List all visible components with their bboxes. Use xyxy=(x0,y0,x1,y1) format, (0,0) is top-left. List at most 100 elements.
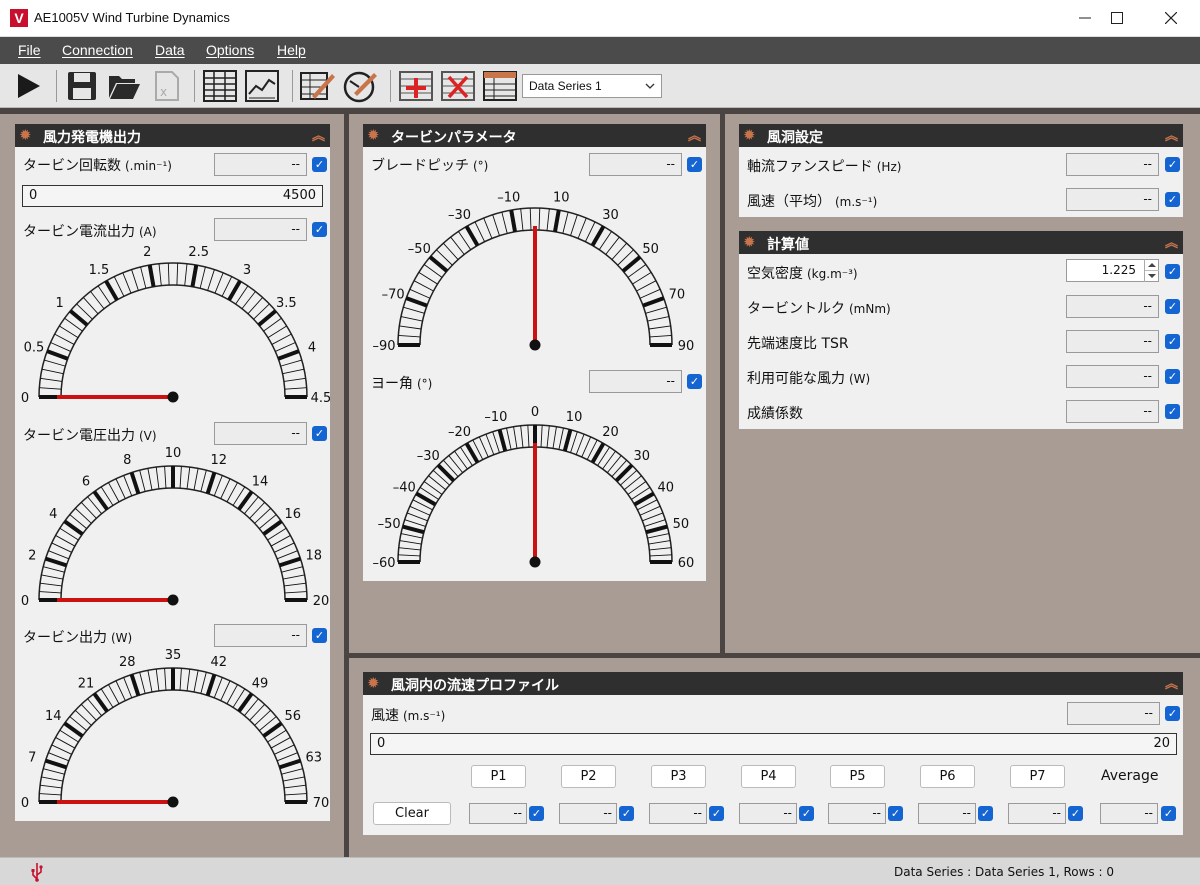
yaw-gauge-minor-tick xyxy=(581,436,592,458)
voltage-gauge-minor-tick xyxy=(179,466,182,489)
point-button-p4[interactable]: P4 xyxy=(741,765,796,788)
graph-icon xyxy=(245,70,279,102)
maximize-button[interactable] xyxy=(1094,0,1140,36)
menu-data[interactable]: Data xyxy=(155,42,185,58)
point-button-p1[interactable]: P1 xyxy=(471,765,526,788)
voltage-gauge-minor-tick xyxy=(55,535,76,547)
current-checkbox[interactable]: ✓ xyxy=(312,222,327,237)
point-checkbox-p1[interactable]: ✓ xyxy=(529,806,544,821)
yaw-gauge-minor-tick xyxy=(520,425,524,448)
power-gauge-minor-tick xyxy=(115,680,126,701)
gear-icon[interactable]: ✹ xyxy=(367,674,380,692)
point-checkbox-p6[interactable]: ✓ xyxy=(978,806,993,821)
menu-connection[interactable]: Connection xyxy=(62,42,133,58)
yaw-checkbox[interactable]: ✓ xyxy=(687,374,702,389)
collapse-icon[interactable]: ︽ xyxy=(1165,125,1178,144)
torque-checkbox[interactable]: ✓ xyxy=(1165,299,1180,314)
gauge-edit-icon xyxy=(343,71,377,103)
yaw-gauge-minor-tick xyxy=(552,426,557,449)
voltage-gauge-minor-tick xyxy=(193,468,199,491)
current-gauge-minor-tick xyxy=(131,269,139,291)
current-gauge-minor-tick xyxy=(90,291,105,310)
series-properties-button[interactable] xyxy=(482,68,518,104)
voltage-gauge-minor-tick xyxy=(276,550,298,560)
menu-options[interactable]: Options xyxy=(206,42,254,58)
point-checkbox-p3[interactable]: ✓ xyxy=(709,806,724,821)
current-gauge-tick-label: 0 xyxy=(21,391,29,406)
graph-view-button[interactable] xyxy=(244,68,280,104)
menu-file[interactable]: File xyxy=(18,42,41,58)
point-button-p7[interactable]: P7 xyxy=(1010,765,1065,788)
fan-speed-checkbox[interactable]: ✓ xyxy=(1165,157,1180,172)
power-checkbox[interactable]: ✓ xyxy=(312,628,327,643)
series-select[interactable]: Data Series 1 xyxy=(522,74,662,98)
pitch-gauge-tick-label: –50 xyxy=(408,242,431,257)
add-series-button[interactable] xyxy=(398,68,434,104)
point-checkbox-p2[interactable]: ✓ xyxy=(619,806,634,821)
profile-wind-checkbox[interactable]: ✓ xyxy=(1165,706,1180,721)
calibrate-button[interactable] xyxy=(342,68,378,104)
wind-speed-checkbox[interactable]: ✓ xyxy=(1165,192,1180,207)
current-gauge-minor-tick xyxy=(282,368,305,375)
tsr-checkbox[interactable]: ✓ xyxy=(1165,334,1180,349)
point-button-p2[interactable]: P2 xyxy=(561,765,616,788)
panel-title: 計算値 xyxy=(767,237,809,253)
clear-button[interactable]: Clear xyxy=(373,802,451,825)
coefficient-checkbox[interactable]: ✓ xyxy=(1165,404,1180,419)
panel-title: 風洞設定 xyxy=(767,130,823,146)
yaw-value: -- xyxy=(589,370,682,393)
edit-table-button[interactable] xyxy=(300,68,336,104)
collapse-icon[interactable]: ︽ xyxy=(1165,232,1178,251)
pitch-checkbox[interactable]: ✓ xyxy=(687,157,702,172)
point-button-p5[interactable]: P5 xyxy=(830,765,885,788)
power-gauge-minor-tick xyxy=(164,668,167,691)
available-power-checkbox[interactable]: ✓ xyxy=(1165,369,1180,384)
delete-series-button[interactable] xyxy=(440,68,476,104)
current-gauge: 0 0.5 1 1.5 2 2.5 3 3.5 4 4.5 xyxy=(21,245,330,406)
yaw-gauge-minor-tick xyxy=(448,455,463,473)
range-min: 0 xyxy=(377,736,386,751)
pitch-gauge-minor-tick xyxy=(483,217,493,239)
point-checkbox-p4[interactable]: ✓ xyxy=(799,806,814,821)
point-button-p3[interactable]: P3 xyxy=(651,765,706,788)
pitch-gauge-minor-tick xyxy=(562,211,569,234)
save-button[interactable] xyxy=(64,68,100,104)
speed-checkbox[interactable]: ✓ xyxy=(312,157,327,172)
point-value-p1: -- xyxy=(469,803,527,824)
splitter[interactable] xyxy=(346,653,1200,658)
menu-help[interactable]: Help xyxy=(277,42,306,58)
pitch-gauge-minor-tick xyxy=(409,288,431,299)
air-density-checkbox[interactable]: ✓ xyxy=(1165,264,1180,279)
pitch-gauge-minor-tick xyxy=(577,217,587,239)
open-button[interactable] xyxy=(106,68,142,104)
pitch-gauge-tick-label: –30 xyxy=(448,208,471,223)
excel-icon: x xyxy=(155,71,179,101)
point-checkbox-p7[interactable]: ✓ xyxy=(1068,806,1083,821)
collapse-icon[interactable]: ︽ xyxy=(688,125,701,144)
collapse-icon[interactable]: ︽ xyxy=(312,125,325,144)
yaw-gauge-tick-label: –50 xyxy=(378,517,401,532)
export-excel-button[interactable]: x xyxy=(148,68,184,104)
gear-icon[interactable]: ✹ xyxy=(743,233,756,251)
gear-icon[interactable]: ✹ xyxy=(367,126,380,144)
average-checkbox[interactable]: ✓ xyxy=(1161,806,1176,821)
current-gauge-minor-tick xyxy=(40,377,63,382)
air-density-spinner[interactable] xyxy=(1144,259,1159,282)
run-button[interactable] xyxy=(10,68,46,104)
point-checkbox-p5[interactable]: ✓ xyxy=(888,806,903,821)
splitter[interactable] xyxy=(344,110,349,858)
voltage-checkbox[interactable]: ✓ xyxy=(312,426,327,441)
current-gauge-hub xyxy=(167,391,179,403)
collapse-icon[interactable]: ︽ xyxy=(1165,673,1178,692)
fan-speed-value: -- xyxy=(1066,153,1159,176)
table-view-button[interactable] xyxy=(202,68,238,104)
voltage-gauge-tick-label: 10 xyxy=(165,447,182,461)
point-button-p6[interactable]: P6 xyxy=(920,765,975,788)
close-button[interactable] xyxy=(1148,0,1194,36)
pitch-gauge-major-tick xyxy=(642,296,665,308)
splitter[interactable] xyxy=(720,110,725,656)
gear-icon[interactable]: ✹ xyxy=(743,126,756,144)
gear-icon[interactable]: ✹ xyxy=(19,126,32,144)
current-gauge-minor-tick xyxy=(158,263,162,286)
power-gauge-minor-tick xyxy=(39,793,62,796)
